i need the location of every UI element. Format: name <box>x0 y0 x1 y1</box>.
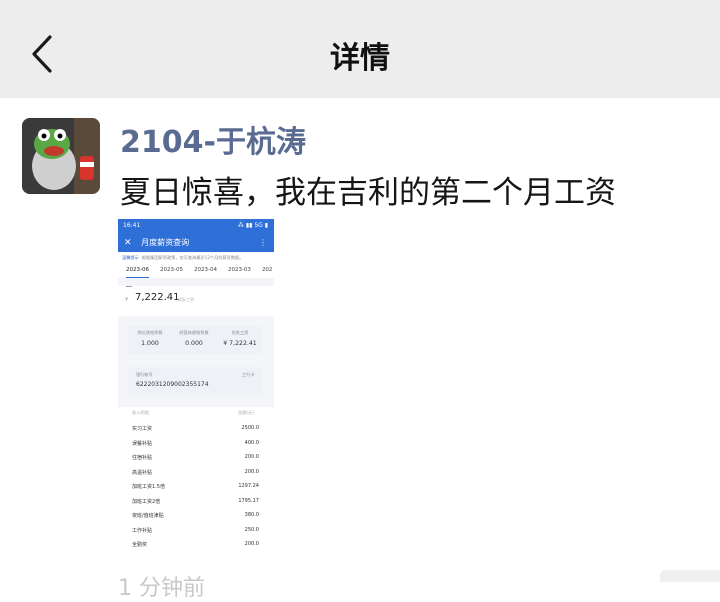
list-item: 加班工资2倍 1795.17 <box>132 498 259 507</box>
corner-shape <box>660 570 720 582</box>
phone-tab: 2023-06 <box>126 263 149 278</box>
phone-bank-card: 银行账号 6222031209002355174 工行卡 <box>128 367 262 395</box>
item-name: 高温补贴 <box>132 470 153 476</box>
phone-header-title: 月度薪资查询 <box>141 238 190 247</box>
coef-value: 1.000 <box>141 340 159 347</box>
list-header-left: 收入明细 <box>132 410 149 415</box>
item-value: 380.0 <box>244 512 259 518</box>
phone-tab: 2023-03 <box>227 267 251 273</box>
item-name: 加班工资2倍 <box>132 499 161 505</box>
item-value: 200.0 <box>244 454 259 460</box>
item-value: 2500.0 <box>241 425 260 431</box>
phone-total: ¥ 7,222.41 实际工资 <box>118 286 274 316</box>
phone-month-tabs: 2023-06 2023-05 2023-04 2023-03 202 <box>118 263 274 278</box>
item-name: 全勤奖 <box>132 542 148 548</box>
list-item: 全勤奖 200.0 <box>132 541 259 550</box>
coef-value: ¥ 7,222.41 <box>223 340 257 347</box>
list-header-right: 金额(元) <box>238 410 254 415</box>
post-username[interactable]: 2104-于杭涛 <box>120 117 306 161</box>
phone-notice: 温馨提示 根据集团薪资政策，仅可查询最近12个月的薪资数据。 <box>118 252 274 263</box>
list-item: 夜班/值班津贴 380.0 <box>132 512 259 521</box>
post-timestamp: 1 分钟前 <box>118 576 205 601</box>
post-image[interactable]: 16:41 ⁂ ▮▮ 5G ▮ ✕ 月度薪资查询 ⋮ 温馨提示 根据集团薪资政策，… <box>118 219 274 564</box>
phone-tab: 202 <box>261 267 273 273</box>
list-item: 高温补贴 200.0 <box>132 469 259 478</box>
bank-type: 工行卡 <box>242 372 255 377</box>
item-name: 实习工资 <box>132 426 153 432</box>
phone-total-label: 实际工资 <box>178 297 194 302</box>
coef-label: 岗位绩效系数 <box>137 330 163 335</box>
phone-status-bar: 16:41 ⁂ ▮▮ 5G ▮ <box>118 219 274 233</box>
coef-label: 应发工资 <box>231 330 249 335</box>
bank-label: 银行账号 <box>136 372 153 377</box>
list-item: 加班工资1.5倍 1297.24 <box>132 483 259 492</box>
phone-notice-text: 根据集团薪资政策，仅可查询最近12个月的薪资数据。 <box>141 255 244 260</box>
item-name: 工作补贴 <box>132 528 153 534</box>
item-name: 加班工资1.5倍 <box>132 484 165 490</box>
phone-status-icons: ⁂ ▮▮ 5G ▮ <box>237 222 268 229</box>
phone-status-time: 16:41 <box>123 222 141 229</box>
phone-tab: 2023-04 <box>193 267 217 273</box>
phone-currency: ¥ <box>125 297 129 303</box>
item-value: 1297.24 <box>238 483 259 489</box>
phone-tab: 2023-05 <box>159 267 183 273</box>
item-value: 400.0 <box>244 440 259 446</box>
item-value: 250.0 <box>244 527 259 533</box>
item-value: 200.0 <box>244 541 259 547</box>
list-item: 实习工资 2500.0 <box>132 425 259 434</box>
page-title: 详情 <box>330 41 390 76</box>
item-name: 误餐补贴 <box>132 441 153 447</box>
list-item: 工作补贴 250.0 <box>132 527 259 536</box>
coef-label: 经营体绩效系数 <box>179 330 209 335</box>
frog-avatar-icon <box>22 118 100 194</box>
item-value: 200.0 <box>244 469 259 475</box>
phone-total-amount: 7,222.41 <box>135 292 180 303</box>
list-item: 误餐补贴 400.0 <box>132 440 259 449</box>
phone-header: ✕ 月度薪资查询 ⋮ <box>118 233 274 252</box>
bank-number: 6222031209002355174 <box>136 381 209 388</box>
phone-income-list: 收入明细 金额(元) 实习工资 2500.0 误餐补贴 400.0 住宿补贴 200.… <box>118 407 274 564</box>
phone-notice-label: 温馨提示 <box>122 255 139 260</box>
more-icon: ⋮ <box>259 238 267 247</box>
item-name: 住宿补贴 <box>132 455 153 461</box>
phone-coefficients-card: 岗位绩效系数 1.000 经营体绩效系数 0.000 应发工资 ¥ 7,222.… <box>128 326 262 354</box>
coef-value: 0.000 <box>185 340 203 347</box>
list-item: 住宿补贴 200.0 <box>132 454 259 463</box>
close-icon: ✕ <box>124 238 132 248</box>
avatar[interactable] <box>22 118 100 194</box>
divider <box>126 286 132 287</box>
nav-bar: 详情 <box>0 0 720 98</box>
post-text: 夏日惊喜，我在吉利的第二个月工资 <box>120 175 616 211</box>
item-name: 夜班/值班津贴 <box>132 513 164 519</box>
item-value: 1795.17 <box>238 498 259 504</box>
